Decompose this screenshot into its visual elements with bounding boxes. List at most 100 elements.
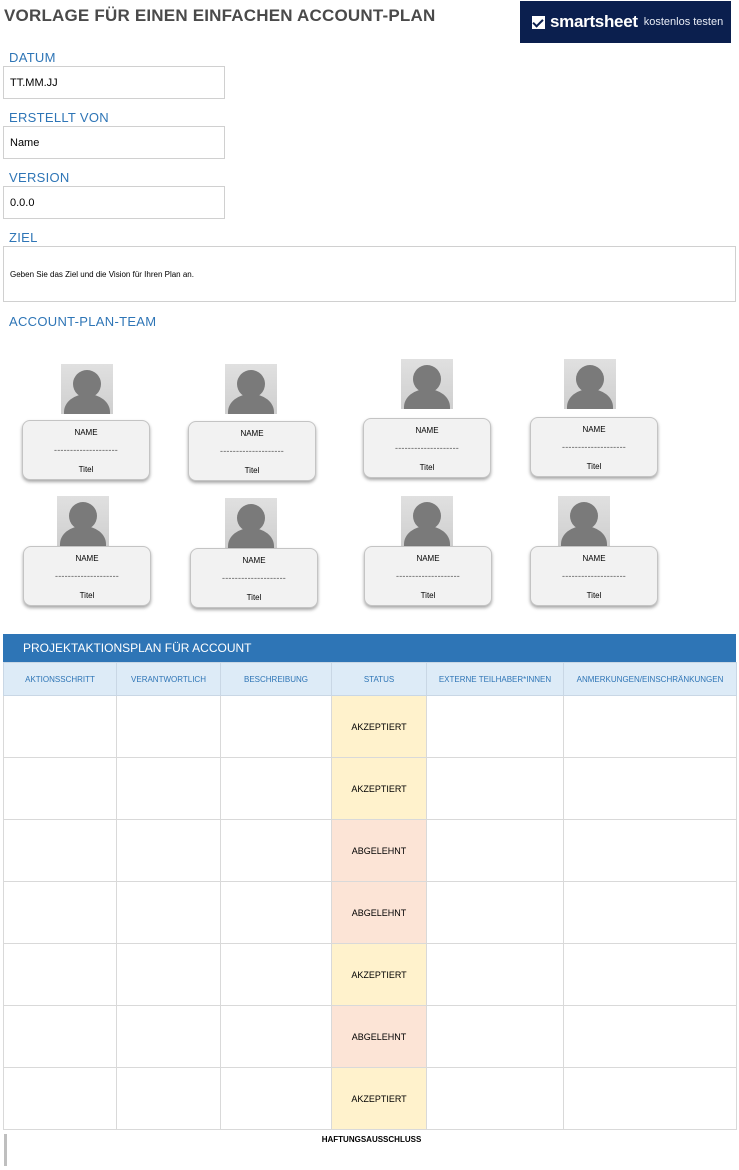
team-member-card[interactable]: NAME -------------------- Titel (188, 421, 316, 481)
table-cell[interactable] (3, 757, 117, 820)
member-separator: -------------------- (222, 573, 286, 583)
table-cell[interactable] (220, 1005, 332, 1068)
table-cell[interactable] (563, 695, 737, 758)
table-cell[interactable] (220, 819, 332, 882)
table-cell[interactable] (116, 881, 221, 944)
table-cell[interactable] (3, 819, 117, 882)
member-title: Titel (586, 591, 602, 600)
column-header: VERANTWORTLICH (116, 662, 221, 696)
member-title: Titel (420, 591, 436, 600)
avatar-placeholder-icon (401, 496, 453, 546)
table-cell[interactable] (426, 1067, 564, 1130)
status-cell[interactable]: AKZEPTIERT (331, 943, 427, 1006)
avatar-placeholder-icon (401, 359, 453, 409)
table-cell[interactable] (426, 695, 564, 758)
table-cell[interactable] (426, 881, 564, 944)
table-cell[interactable] (563, 819, 737, 882)
member-title: Titel (79, 591, 95, 600)
team-member-card[interactable]: NAME -------------------- Titel (23, 546, 151, 606)
status-cell[interactable]: ABGELEHNT (331, 881, 427, 944)
member-name: NAME (416, 554, 440, 563)
member-title: Titel (244, 466, 260, 475)
table-cell[interactable] (220, 757, 332, 820)
table-cell[interactable] (220, 695, 332, 758)
team-member-card[interactable]: NAME -------------------- Titel (530, 546, 658, 606)
column-header: ANMERKUNGEN/EINSCHRÄNKUNGEN (563, 662, 737, 696)
team-label: ACCOUNT-PLAN-TEAM (9, 314, 157, 329)
table-cell[interactable] (220, 1067, 332, 1130)
status-cell[interactable]: AKZEPTIERT (331, 1067, 427, 1130)
author-label: ERSTELLT VON (9, 110, 109, 125)
member-title: Titel (78, 465, 94, 474)
column-header: EXTERNE TEILHABER*INNEN (426, 662, 564, 696)
table-cell[interactable] (3, 1067, 117, 1130)
disclaimer: HAFTUNGSAUSSCHLUSS (4, 1134, 736, 1166)
table-cell[interactable] (116, 757, 221, 820)
table-row: AKZEPTIERT (3, 757, 737, 820)
table-row: AKZEPTIERT (3, 695, 737, 758)
table-cell[interactable] (563, 757, 737, 820)
table-cell[interactable] (426, 943, 564, 1006)
member-separator: -------------------- (562, 571, 626, 581)
avatar-placeholder-icon (564, 359, 616, 409)
table-cell[interactable] (3, 695, 117, 758)
status-cell[interactable]: AKZEPTIERT (331, 695, 427, 758)
version-label: VERSION (9, 170, 70, 185)
table-row: AKZEPTIERT (3, 1067, 737, 1130)
table-cell[interactable] (3, 1005, 117, 1068)
table-cell[interactable] (3, 881, 117, 944)
smartsheet-trial-banner[interactable]: smartsheet kostenlos testen (520, 1, 731, 43)
avatar-placeholder-icon (225, 364, 277, 414)
brand-name: smartsheet (550, 12, 638, 31)
member-separator: -------------------- (396, 571, 460, 581)
column-header: STATUS (331, 662, 427, 696)
table-cell[interactable] (116, 943, 221, 1006)
status-cell[interactable]: AKZEPTIERT (331, 757, 427, 820)
avatar-placeholder-icon (61, 364, 113, 414)
member-name: NAME (242, 556, 266, 565)
member-name: NAME (75, 554, 99, 563)
status-cell[interactable]: ABGELEHNT (331, 1005, 427, 1068)
table-cell[interactable] (116, 1005, 221, 1068)
team-member-card[interactable]: NAME -------------------- Titel (530, 417, 658, 477)
table-cell[interactable] (563, 1067, 737, 1130)
avatar-placeholder-icon (558, 496, 610, 546)
column-header: AKTIONSSCHRITT (3, 662, 117, 696)
page-title: VORLAGE FÜR EINEN EINFACHEN ACCOUNT-PLAN (4, 6, 436, 25)
table-cell[interactable] (3, 943, 117, 1006)
table-cell[interactable] (426, 1005, 564, 1068)
table-cell[interactable] (116, 1067, 221, 1130)
member-separator: -------------------- (395, 443, 459, 453)
table-row: ABGELEHNT (3, 819, 737, 882)
table-cell[interactable] (220, 881, 332, 944)
action-plan-table: AKTIONSSCHRITT VERANTWORTLICH BESCHREIBUNG… (3, 662, 737, 1130)
table-row: ABGELEHNT (3, 881, 737, 944)
table-cell[interactable] (116, 695, 221, 758)
table-cell[interactable] (563, 1005, 737, 1068)
date-label: DATUM (9, 50, 56, 65)
date-field[interactable]: TT.MM.JJ (3, 66, 225, 99)
trial-link[interactable]: kostenlos testen (644, 16, 724, 28)
column-header: BESCHREIBUNG (220, 662, 332, 696)
plan-header: PROJEKTAKTIONSPLAN FÜR ACCOUNT (3, 634, 736, 662)
table-cell[interactable] (220, 943, 332, 1006)
team-member-card[interactable]: NAME -------------------- Titel (364, 546, 492, 606)
team-member-card[interactable]: NAME -------------------- Titel (190, 548, 318, 608)
goal-label: ZIEL (9, 230, 38, 245)
table-cell[interactable] (563, 943, 737, 1006)
team-member-card[interactable]: NAME -------------------- Titel (363, 418, 491, 478)
member-separator: -------------------- (54, 445, 118, 455)
table-cell[interactable] (116, 819, 221, 882)
table-cell[interactable] (426, 757, 564, 820)
member-name: NAME (74, 428, 98, 437)
status-cell[interactable]: ABGELEHNT (331, 819, 427, 882)
goal-field[interactable]: Geben Sie das Ziel und die Vision für Ih… (3, 246, 736, 302)
author-field[interactable]: Name (3, 126, 225, 159)
member-separator: -------------------- (562, 442, 626, 452)
table-cell[interactable] (563, 881, 737, 944)
member-title: Titel (246, 593, 262, 602)
table-cell[interactable] (426, 819, 564, 882)
team-member-card[interactable]: NAME -------------------- Titel (22, 420, 150, 480)
avatar-placeholder-icon (225, 498, 277, 548)
version-field[interactable]: 0.0.0 (3, 186, 225, 219)
